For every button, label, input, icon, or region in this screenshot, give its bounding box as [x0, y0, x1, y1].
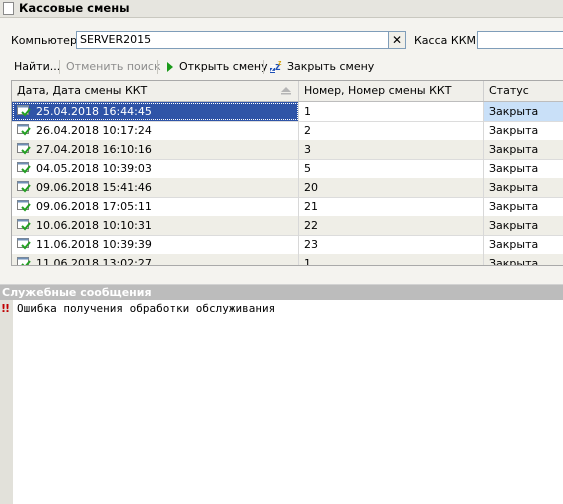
document-icon [3, 2, 14, 15]
number-cell: 22 [299, 216, 484, 235]
status-cell: Закрыта [484, 197, 563, 216]
document-check-icon [17, 162, 31, 174]
cancel-search-button[interactable]: Отменить поиск [66, 60, 161, 73]
date-cell: 11.06.2018 10:39:39 [12, 235, 299, 254]
document-check-icon [17, 257, 31, 265]
svg-text:z: z [278, 60, 282, 67]
toolbar: Найти... Отменить поиск Открыть смену Z … [0, 57, 563, 77]
panel-splitter[interactable] [0, 268, 563, 281]
status-cell: Закрыта [484, 235, 563, 254]
toolbar-separator [263, 60, 264, 74]
date-cell: 25.04.2018 16:44:45 [12, 102, 299, 121]
date-cell: 09.06.2018 15:41:46 [12, 178, 299, 197]
window-titlebar: Кассовые смены [0, 0, 563, 18]
number-cell: 1 [299, 102, 484, 121]
status-cell: Закрыта [484, 159, 563, 178]
column-header-status[interactable]: Статус [484, 81, 563, 101]
status-cell: Закрыта [484, 254, 563, 265]
open-shift-button[interactable]: Открыть смену [179, 60, 268, 73]
computer-value: SERVER2015 [80, 33, 152, 46]
status-cell: Закрыта [484, 216, 563, 235]
column-header-number[interactable]: Номер, Номер смены ККТ [299, 81, 484, 101]
filter-panel: Компьютер: SERVER2015 ✕ Касса ККМ: [0, 28, 563, 52]
date-cell: 09.06.2018 17:05:11 [12, 197, 299, 216]
document-check-icon [17, 219, 31, 231]
play-icon [167, 62, 173, 72]
date-cell: 11.06.2018 13:02:27 [12, 254, 299, 265]
document-check-icon [17, 105, 31, 117]
status-cell: Закрыта [484, 121, 563, 140]
table-header: Дата, Дата смены ККТ Номер, Номер смены … [12, 81, 563, 102]
status-cell: Закрыта [484, 178, 563, 197]
kkm-input[interactable] [477, 31, 563, 49]
toolbar-separator [157, 60, 158, 74]
kkm-label: Касса ККМ: [414, 34, 480, 47]
document-check-icon [17, 200, 31, 212]
table-row[interactable]: 11.06.2018 13:02:27 1 Закрыта [12, 254, 563, 265]
table-row[interactable]: 11.06.2018 10:39:39 23 Закрыта [12, 235, 563, 255]
messages-title: Служебные сообщения [2, 286, 152, 299]
number-cell: 20 [299, 178, 484, 197]
close-icon: ✕ [391, 33, 403, 47]
document-check-icon [17, 238, 31, 250]
date-cell: 04.05.2018 10:39:03 [12, 159, 299, 178]
document-check-icon [17, 181, 31, 193]
clear-computer-button[interactable]: ✕ [388, 31, 406, 49]
computer-input[interactable]: SERVER2015 [76, 31, 390, 49]
number-cell: 3 [299, 140, 484, 159]
date-cell: 27.04.2018 16:10:16 [12, 140, 299, 159]
table-row[interactable]: 25.04.2018 16:44:45 1 Закрыта [12, 102, 563, 122]
document-check-icon [17, 143, 31, 155]
table-row[interactable]: 09.06.2018 15:41:46 20 Закрыта [12, 178, 563, 198]
status-cell: Закрыта [484, 102, 563, 121]
number-cell: 5 [299, 159, 484, 178]
error-icon: !! [1, 302, 10, 315]
document-check-icon [17, 124, 31, 136]
number-cell: 2 [299, 121, 484, 140]
shifts-table[interactable]: Дата, Дата смены ККТ Номер, Номер смены … [11, 80, 563, 266]
status-cell: Закрыта [484, 140, 563, 159]
table-row[interactable]: 09.06.2018 17:05:11 21 Закрыта [12, 197, 563, 217]
message-text: Ошибка получения обработки обслуживания [17, 302, 276, 315]
computer-label: Компьютер: [11, 34, 81, 47]
number-cell: 23 [299, 235, 484, 254]
messages-header: Служебные сообщения [0, 284, 563, 300]
date-cell: 10.06.2018 10:10:31 [12, 216, 299, 235]
table-row[interactable]: 04.05.2018 10:39:03 5 Закрыта [12, 159, 563, 179]
table-row[interactable]: 26.04.2018 10:17:24 2 Закрыта [12, 121, 563, 141]
table-row[interactable]: 10.06.2018 10:10:31 22 Закрыта [12, 216, 563, 236]
table-row[interactable]: 27.04.2018 16:10:16 3 Закрыта [12, 140, 563, 160]
column-header-date[interactable]: Дата, Дата смены ККТ [12, 81, 299, 101]
find-button[interactable]: Найти... [14, 60, 60, 73]
messages-gutter: !! [0, 300, 13, 504]
sort-ascending-icon [281, 87, 291, 95]
close-shift-button[interactable]: Закрыть смену [287, 60, 374, 73]
window-title: Кассовые смены [19, 1, 130, 15]
date-cell: 26.04.2018 10:17:24 [12, 121, 299, 140]
number-cell: 1 [299, 254, 484, 265]
messages-panel: !! Ошибка получения обработки обслуживан… [0, 300, 563, 504]
toolbar-separator [59, 60, 60, 74]
close-shift-icon: Z z z [270, 60, 282, 74]
number-cell: 21 [299, 197, 484, 216]
